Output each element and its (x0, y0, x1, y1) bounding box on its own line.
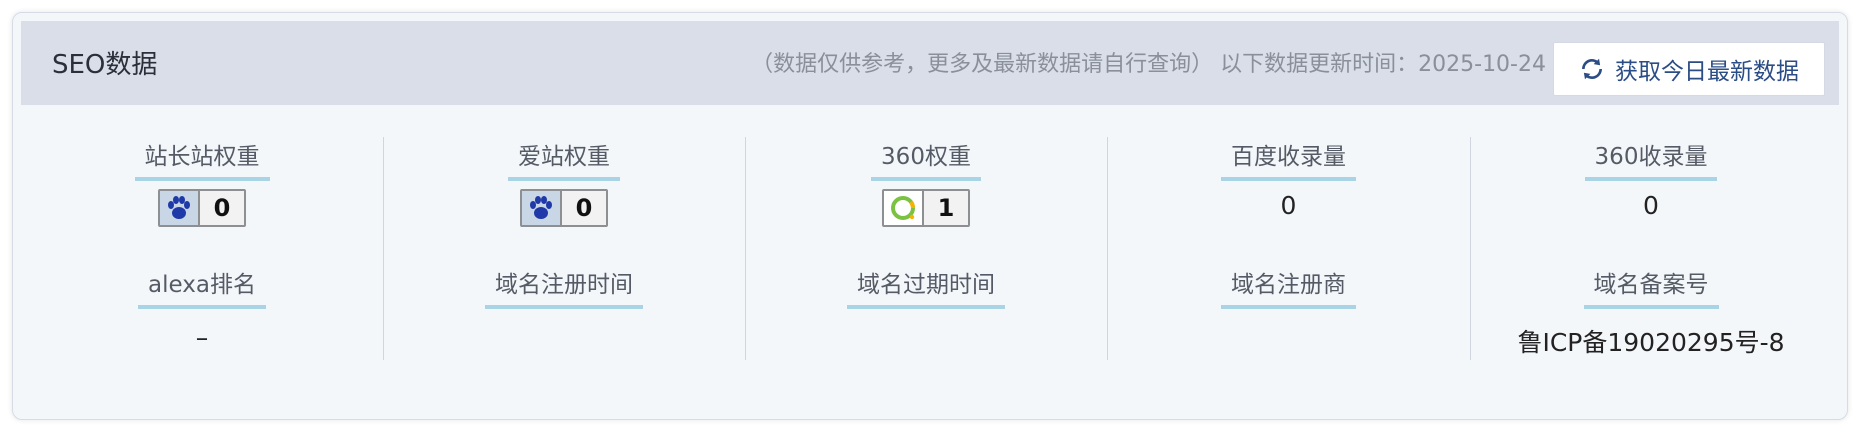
metric-label: 爱站权重 (383, 137, 745, 181)
metric-value: 0 (1280, 191, 1297, 220)
metric-label: 360收录量 (1470, 137, 1832, 181)
paw-icon (160, 191, 200, 225)
badge-value: 1 (937, 194, 955, 222)
refresh-button[interactable]: 获取今日最新数据 (1553, 42, 1825, 96)
section-title: SEO数据 (52, 50, 158, 80)
metric-column-3: 360权重 1 域名过期时间 (745, 137, 1107, 396)
metric-label: 域名过期时间 (745, 265, 1107, 309)
icp-number: 鲁ICP备19020295号-8 (1517, 328, 1785, 357)
badge-value: 0 (575, 194, 593, 222)
metric-label: 百度收录量 (1107, 137, 1470, 181)
metric-label: 域名注册时间 (383, 265, 745, 309)
metrics-grid: 站长站权重 0 alexa排名 – 爱站权重 0 域名注册时间 360权重 1 … (21, 105, 1839, 411)
360-logo-icon (884, 191, 924, 225)
paw-icon (522, 191, 562, 225)
refresh-button-label: 获取今日最新数据 (1615, 59, 1799, 85)
seo-header: SEO数据 （数据仅供参考，更多及最新数据请自行查询） 以下数据更新时间：202… (21, 21, 1839, 105)
metric-column-1: 站长站权重 0 alexa排名 – (21, 137, 383, 396)
metric-column-5: 360收录量 0 域名备案号 鲁ICP备19020295号-8 (1470, 137, 1832, 396)
aizhan-weight-badge[interactable]: 0 (520, 189, 608, 227)
badge-value: 0 (213, 194, 231, 222)
metric-label: 站长站权重 (21, 137, 383, 181)
metric-label: 360权重 (745, 137, 1107, 181)
metric-label: 域名注册商 (1107, 265, 1470, 309)
metric-value: 0 (1643, 191, 1659, 220)
metric-column-2: 爱站权重 0 域名注册时间 (383, 137, 745, 396)
update-note: （数据仅供参考，更多及最新数据请自行查询） 以下数据更新时间：2025-10-2… (751, 52, 1546, 77)
metric-value: – (195, 323, 209, 352)
weight-360-badge[interactable]: 1 (882, 189, 970, 227)
zhanzhang-weight-badge[interactable]: 0 (158, 189, 246, 227)
refresh-icon (1582, 58, 1602, 80)
seo-card: SEO数据 （数据仅供参考，更多及最新数据请自行查询） 以下数据更新时间：202… (12, 12, 1848, 420)
metric-label: 域名备案号 (1470, 265, 1832, 309)
metric-column-4: 百度收录量 0 域名注册商 (1107, 137, 1470, 396)
metric-label: alexa排名 (21, 265, 383, 309)
